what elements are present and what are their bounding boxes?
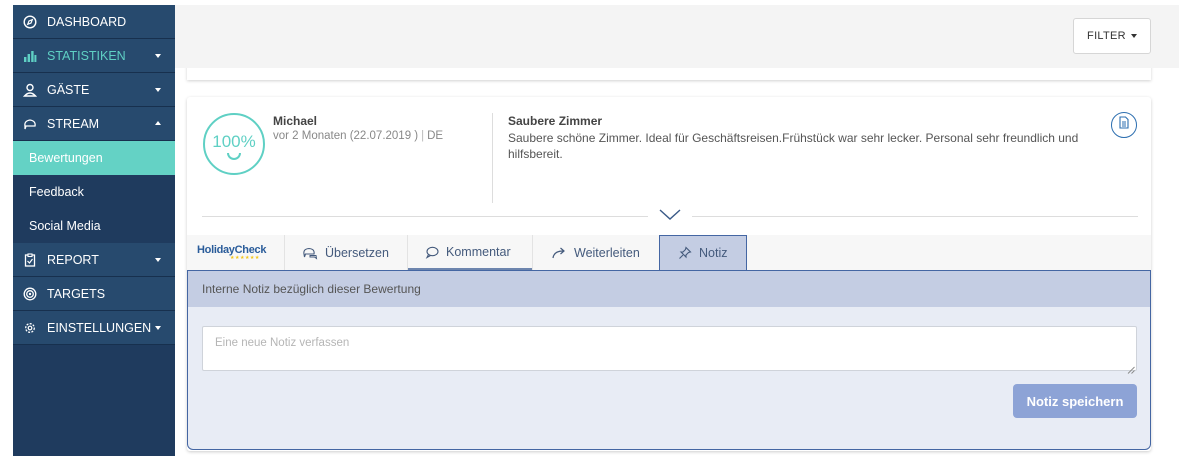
nav-sub-bewertungen[interactable]: Bewertungen [13,141,175,175]
nav-report-label: REPORT [47,252,99,267]
note-panel: Interne Notiz bezüglich dieser Bewertung… [187,270,1151,450]
divider-line-right [692,216,1138,217]
nav-targets[interactable]: TARGETS [13,277,175,311]
document-icon [1118,116,1130,134]
tab-uebersetzen-label: Übersetzen [325,245,389,260]
score-value: 100% [212,132,256,151]
tab-kommentar-label: Kommentar [446,244,511,259]
gear-icon [23,321,37,335]
chevron-down-icon [1130,34,1137,38]
nav-stream-label: STREAM [47,116,100,131]
nav-gaeste-label: GÄSTE [47,82,90,97]
nav-einstellungen-label: EINSTELLUNGEN [47,320,152,335]
divider-line-left [202,216,648,217]
review-title: Saubere Zimmer [508,114,603,128]
chevron-down-icon [155,326,161,330]
chevron-down-icon [155,88,161,92]
review-card: 100% Michael vor 2 Monaten (22.07.2019 )… [187,97,1151,451]
compass-icon [23,14,37,29]
tab-notiz-label: Notiz [699,246,728,260]
bar-chart-icon [23,49,37,63]
nav-statistiken[interactable]: STATISTIKEN [13,39,175,73]
save-note-button[interactable]: Notiz speichern [1013,384,1137,418]
translate-bubble-icon [302,246,318,260]
top-header: FILTER [175,5,1179,68]
score-badge: 100% [203,113,265,175]
review-meta: vor 2 Monaten (22.07.2019 ) | DE [273,130,443,142]
resize-handle-icon[interactable] [1127,361,1135,379]
sidebar: DASHBOARD STATISTIKEN GÄSTE STREAM Bewer… [13,5,175,456]
target-icon [23,287,37,301]
tab-uebersetzen[interactable]: Übersetzen [285,235,408,270]
tab-weiterleiten[interactable]: Weiterleiten [532,235,659,270]
smile-icon [227,153,241,160]
nav-dashboard[interactable]: DASHBOARD [13,5,175,39]
document-button[interactable] [1111,112,1137,138]
tab-notiz[interactable]: Notiz [659,235,747,270]
nav-dashboard-label: DASHBOARD [47,14,127,29]
chat-bubble-icon [23,117,37,131]
tab-kommentar[interactable]: Kommentar [408,235,532,270]
note-input[interactable] [202,326,1137,371]
user-icon [23,83,37,97]
review-language: DE [427,130,444,142]
forward-arrow-icon [551,246,567,260]
nav-report[interactable]: REPORT [13,243,175,277]
nav-stream[interactable]: STREAM [13,107,175,141]
tab-source-holidaycheck[interactable]: HolidayCheck ★★★★★★ [187,235,285,270]
review-action-tabs: HolidayCheck ★★★★★★ Übersetzen Kommentar… [187,235,1151,270]
nav-sub-feedback-label: Feedback [29,185,84,199]
chevron-up-icon [155,121,161,125]
holidaycheck-stars: ★★★★★★ [230,255,260,261]
vertical-divider [492,113,493,203]
filter-button[interactable]: FILTER [1073,18,1151,54]
tab-weiterleiten-label: Weiterleiten [574,245,640,260]
nav-targets-label: TARGETS [47,286,106,301]
chevron-down-icon [155,258,161,262]
nav-statistiken-label: STATISTIKEN [47,48,126,63]
expand-chevron-icon[interactable] [659,208,681,226]
clipboard-icon [23,252,37,267]
review-author: Michael [273,114,318,128]
note-heading: Interne Notiz bezüglich dieser Bewertung [188,271,1150,307]
review-date: vor 2 Monaten (22.07.2019 ) [273,130,419,142]
meta-separator: | [421,130,425,142]
comment-icon [425,245,439,259]
nav-gaeste[interactable]: GÄSTE [13,73,175,107]
nav-sub-bewertungen-label: Bewertungen [29,151,103,165]
nav-einstellungen[interactable]: EINSTELLUNGEN [13,311,175,345]
review-text: Saubere schöne Zimmer. Ideal für Geschäf… [508,131,1079,161]
chevron-down-icon [155,54,161,58]
nav-sub-feedback[interactable]: Feedback [13,175,175,209]
filter-button-label: FILTER [1087,30,1126,42]
pin-icon [678,246,692,260]
nav-sub-social-media[interactable]: Social Media [13,209,175,243]
nav-sub-social-media-label: Social Media [29,219,101,233]
